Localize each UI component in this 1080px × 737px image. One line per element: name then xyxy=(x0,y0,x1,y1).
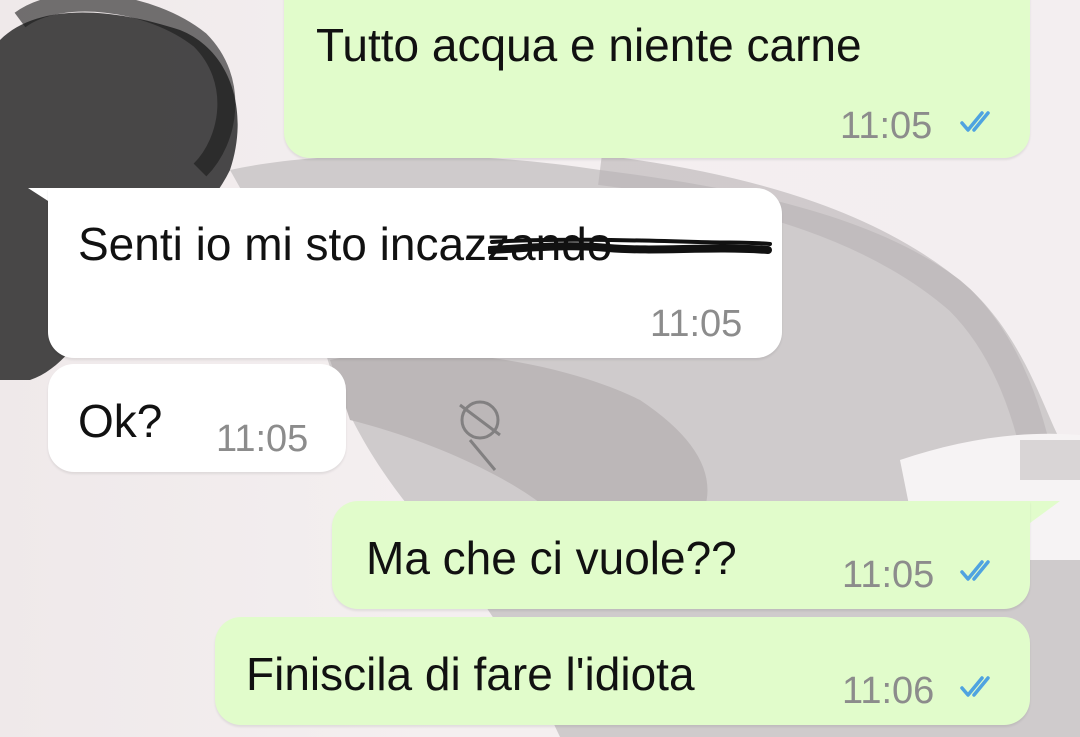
message-bubble-outgoing[interactable]: Ma che ci vuole?? 11:05 xyxy=(332,501,1030,609)
message-timestamp: 11:05 xyxy=(842,554,935,596)
message-timestamp: 11:05 xyxy=(216,418,309,460)
message-text: Finiscila di fare l'idiota xyxy=(246,648,695,700)
message-bubble-outgoing[interactable]: Tutto acqua e niente carne 11:05 xyxy=(284,0,1030,158)
message-bubble-incoming[interactable]: Ok? 11:05 xyxy=(48,364,346,472)
message-timestamp: 11:06 xyxy=(842,670,935,712)
scribble-strikethrough xyxy=(488,237,772,254)
message-bubble-incoming[interactable]: Senti io mi sto incazzando 11:05 xyxy=(48,188,782,358)
message-bubble-outgoing[interactable]: Finiscila di fare l'idiota 11:06 xyxy=(215,617,1030,725)
message-timestamp: 11:05 xyxy=(840,105,933,147)
double-check-icon xyxy=(960,111,990,132)
message-text: Tutto acqua e niente carne xyxy=(316,19,862,71)
double-check-icon xyxy=(960,676,990,697)
message-text: Ma che ci vuole?? xyxy=(366,532,737,584)
message-timestamp: 11:05 xyxy=(650,303,743,345)
message-text: Ok? xyxy=(78,395,163,447)
double-check-icon xyxy=(960,560,990,581)
bubble-tail xyxy=(1030,501,1060,523)
